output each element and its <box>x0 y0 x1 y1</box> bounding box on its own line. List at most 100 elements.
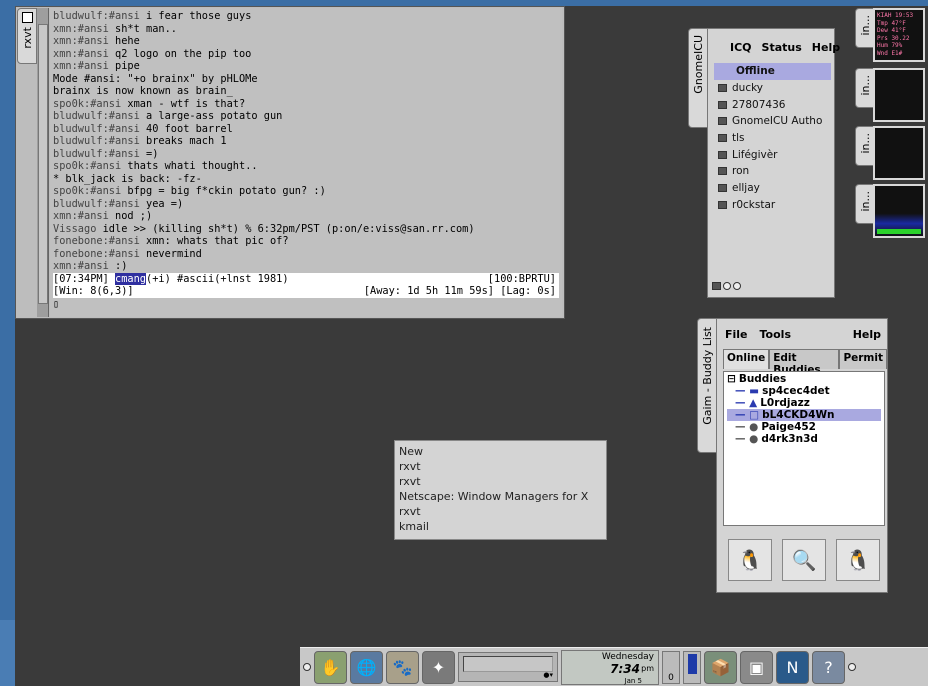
menu-file[interactable]: File <box>725 328 748 341</box>
contact-name: ducky <box>732 82 764 95</box>
irc-message: yea =) <box>146 197 184 210</box>
gnomeicu-window-tab[interactable]: GnomeICU <box>688 28 708 128</box>
terminal-scrollbar[interactable] <box>37 8 49 317</box>
buddy-item[interactable]: — ● Paige452 <box>727 421 881 433</box>
irc-nick: xmn:#ansi <box>53 210 109 222</box>
buddy-item[interactable]: — □ bL4CKD4Wn <box>727 409 881 421</box>
terminal-line: brainx is now known as brain_ <box>53 85 559 98</box>
group-label: Buddies <box>738 373 787 385</box>
contact-item[interactable]: Lifégivèr <box>714 146 831 163</box>
weather-dockapp[interactable]: KIAH 19:53 Tmp 47°F Dew 41°F Prs 30.22 Hum 7… <box>873 8 925 62</box>
contact-item[interactable]: tls <box>714 130 831 147</box>
status-offline[interactable]: Offline <box>714 63 831 80</box>
status-time: [07:34PM] <box>53 272 115 285</box>
terminal-line: bludwulf:#ansi i fear those guys <box>53 10 559 23</box>
dockapp-monitor-2[interactable] <box>873 126 925 180</box>
irc-nick: xmn:#ansi <box>53 22 109 35</box>
dockapp-monitor-1[interactable] <box>873 68 925 122</box>
irc-message: :) <box>115 260 128 272</box>
dock-label: in... <box>859 15 872 36</box>
window-list-menu: New rxvt rxvt Netscape: Window Managers for… <box>394 440 607 540</box>
netscape-n-icon[interactable]: N <box>776 650 809 684</box>
window-list-item[interactable]: rxvt <box>399 474 602 489</box>
contact-name: 27807436 <box>732 98 786 111</box>
status-dot-icon[interactable] <box>723 282 731 290</box>
computer-icon <box>718 117 727 126</box>
mail-counter[interactable]: 0 <box>662 650 680 684</box>
terminal-line: bludwulf:#ansi breaks mach 1 <box>53 135 559 148</box>
menu-tools[interactable]: Tools <box>760 328 791 341</box>
window-list-item[interactable]: rxvt <box>399 504 602 519</box>
window-list-item[interactable]: kmail <box>399 519 602 534</box>
dock-tab-4[interactable]: in... <box>855 184 875 224</box>
package-icon[interactable]: 📦 <box>704 650 737 684</box>
buddy-status-icon: — ▬ <box>735 385 760 397</box>
chat-button[interactable]: 🐧 <box>836 539 880 581</box>
buddy-item[interactable]: — ▲ L0rdjazz <box>727 397 881 409</box>
contact-item[interactable]: ron <box>714 163 831 180</box>
pager-arrows-icon[interactable]: ●▾ <box>543 671 553 679</box>
send-im-button[interactable]: 🐧 <box>728 539 772 581</box>
irc-nick: xmn:#ansi <box>53 260 109 272</box>
gaim-menubar: File Tools Help <box>725 325 885 343</box>
irc-nick: fonebone:#ansi <box>53 247 140 260</box>
contact-name: Lifégivèr <box>732 148 778 161</box>
menu-help[interactable]: Help <box>812 41 840 54</box>
terminal-line: bludwulf:#ansi =) <box>53 148 559 161</box>
buddy-name: sp4cec4det <box>762 385 830 397</box>
buddy-item[interactable]: — ▬ sp4cec4det <box>727 385 881 397</box>
gaim-window-tab[interactable]: Gaim - Buddy List <box>697 318 717 453</box>
scrollbar-thumb[interactable] <box>38 24 48 304</box>
help-icon[interactable]: ? <box>812 650 845 684</box>
task-pager[interactable]: ●▾ <box>458 652 558 682</box>
collapse-icon[interactable]: ⊟ <box>727 373 736 385</box>
terminal-line: xmn:#ansi pipe <box>53 60 559 73</box>
buddy-group[interactable]: ⊟ Buddies <box>727 373 881 385</box>
gnomeicu-window: ICQ Status Help Offline ducky 27807436 Gno… <box>707 28 840 298</box>
computer-icon <box>718 184 727 193</box>
clock-ampm: pm <box>641 663 654 673</box>
info-button[interactable]: 🔍 <box>782 539 826 581</box>
panel-hide-button-right[interactable] <box>848 663 856 671</box>
dock-tab-2[interactable]: in... <box>855 68 875 108</box>
close-icon[interactable] <box>22 12 33 23</box>
chat-icon[interactable]: ✦ <box>422 650 455 684</box>
menu-help[interactable]: Help <box>853 328 881 341</box>
penguins-icon: 🐧 <box>845 548 871 572</box>
weather-line: Hum 79% <box>877 42 903 49</box>
terminal-output[interactable]: bludwulf:#ansi i fear those guys xmn:#ans… <box>50 8 562 317</box>
clock-date: Jan 5 <box>624 676 642 685</box>
tab-edit-buddies[interactable]: Edit Buddies <box>769 349 840 376</box>
gimp-icon[interactable]: 🐾 <box>386 650 419 684</box>
menu-status[interactable]: Status <box>762 41 802 54</box>
window-list-item[interactable]: Netscape: Window Managers for X <box>399 489 602 504</box>
gnome-foot-icon[interactable]: ✋ <box>314 650 347 684</box>
contact-item[interactable]: GnomeICU Autho <box>714 113 831 130</box>
rxvt-window-tab[interactable]: rxvt <box>17 8 37 64</box>
clock-day: Wednesday <box>601 651 654 662</box>
status-dot-icon[interactable] <box>733 282 741 290</box>
tab-permit[interactable]: Permit <box>839 349 887 369</box>
volume-applet[interactable] <box>683 650 701 684</box>
contact-item[interactable]: ducky <box>714 80 831 97</box>
dock-tab-1[interactable]: in... <box>855 8 875 48</box>
contact-item[interactable]: 27807436 <box>714 96 831 113</box>
contact-item[interactable]: r0ckstar <box>714 197 831 214</box>
window-list-item[interactable]: rxvt <box>399 459 602 474</box>
weather-line: Tmp 47°F <box>877 19 906 27</box>
terminal-line: xmn:#ansi q2 logo on the pip too <box>53 48 559 61</box>
clock-applet[interactable]: Wednesday 7:34 pm Jan 5 <box>561 649 659 685</box>
terminal-icon[interactable]: ▣ <box>740 650 773 684</box>
terminal-input-line[interactable]: ▯ <box>53 298 559 311</box>
dockapp-cpu-graph[interactable] <box>873 184 925 238</box>
buddy-item[interactable]: — ● d4rk3n3d <box>727 433 881 445</box>
netscape-globe-icon[interactable]: 🌐 <box>350 650 383 684</box>
tab-online[interactable]: Online <box>723 349 770 369</box>
computer-icon <box>718 134 727 143</box>
menu-icq[interactable]: ICQ <box>730 41 752 54</box>
window-list-item[interactable]: New <box>399 444 602 459</box>
panel-hide-button[interactable] <box>303 663 311 671</box>
dock-tab-3[interactable]: in... <box>855 126 875 166</box>
contact-item[interactable]: elljay <box>714 180 831 197</box>
computer-icon <box>718 84 727 93</box>
